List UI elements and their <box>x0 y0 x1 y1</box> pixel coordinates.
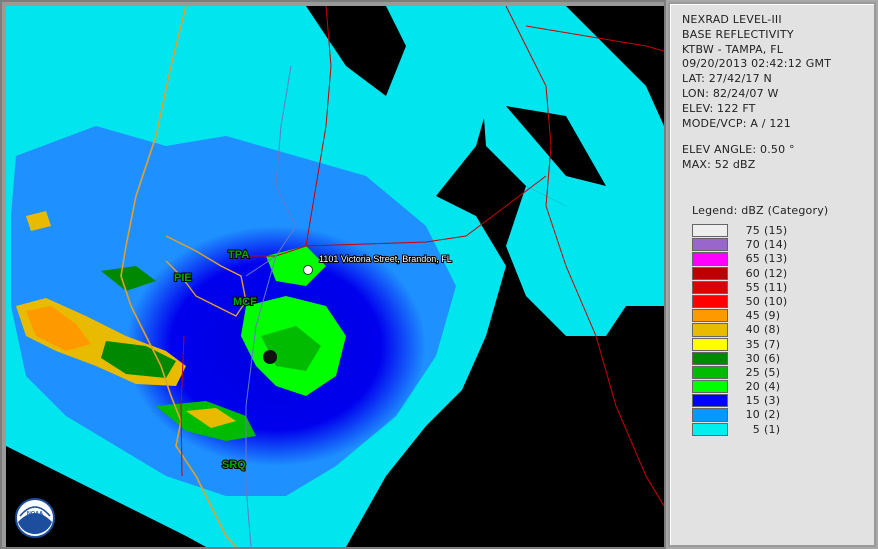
legend-swatch <box>692 238 728 252</box>
radar-map-frame: 1101 Victoria Street, Brandon, FL TPA PI… <box>0 0 666 549</box>
legend-category: (2) <box>764 408 781 422</box>
legend-category: (7) <box>764 337 781 351</box>
legend-dbz: 20 <box>745 380 760 394</box>
station-metadata: NEXRAD LEVEL-III BASE REFLECTIVITY KTBW … <box>682 13 831 131</box>
legend-dbz: 5 <box>752 422 760 436</box>
legend-row: 35 (7) <box>692 337 862 352</box>
legend-dbz: 35 <box>745 337 760 351</box>
legend-swatch <box>692 266 728 280</box>
scan-info: ELEV ANGLE: 0.50 ° MAX: 52 dBZ <box>682 143 795 173</box>
legend-category: (4) <box>764 380 781 394</box>
station-lon: LON: 82/24/07 W <box>682 86 779 100</box>
legend-dbz: 70 <box>745 238 760 252</box>
legend-row: 15 (3) <box>692 394 862 408</box>
legend-dbz: 30 <box>745 351 760 365</box>
legend-swatch <box>692 252 728 266</box>
legend-dbz: 65 <box>745 252 760 266</box>
legend-dbz: 40 <box>745 323 760 337</box>
legend-row: 75 (15) <box>692 224 862 238</box>
station-name: KTBW - TAMPA, FL <box>682 42 784 56</box>
legend-row: 55 (11) <box>692 280 862 295</box>
legend-row: 25 (5) <box>692 365 862 380</box>
legend-category: (3) <box>764 394 781 408</box>
legend-category: (11) <box>764 280 788 294</box>
legend-category: (5) <box>764 365 781 379</box>
legend-swatch <box>692 323 728 337</box>
noaa-logo-text: NOAA <box>27 511 43 517</box>
legend-swatch <box>692 408 728 422</box>
noaa-logo: NOAA <box>15 498 55 538</box>
legend-category: (15) <box>764 224 788 237</box>
legend-category: (12) <box>764 266 788 280</box>
city-label-pie: PIE <box>174 272 192 284</box>
radar-map[interactable]: 1101 Victoria Street, Brandon, FL TPA PI… <box>6 6 664 547</box>
legend-row: 40 (8) <box>692 323 862 337</box>
legend-category: (14) <box>764 238 788 252</box>
legend-category: (1) <box>764 422 781 436</box>
legend-row: 20 (4) <box>692 380 862 394</box>
city-label-tpa: TPA <box>228 249 249 261</box>
legend-swatch <box>692 224 728 238</box>
legend-category: (6) <box>764 351 781 365</box>
legend-swatch <box>692 422 728 436</box>
station-elev: ELEV: 122 FT <box>682 101 756 115</box>
info-panel: NEXRAD LEVEL-III BASE REFLECTIVITY KTBW … <box>668 2 876 547</box>
city-label-srq: SRQ <box>222 459 246 471</box>
legend-row: 70 (14) <box>692 238 862 252</box>
radar-site-icon <box>263 350 277 364</box>
legend-dbz: 10 <box>745 408 760 422</box>
legend-dbz: 45 <box>745 309 760 323</box>
legend: 75 (15) 70 (14) 65 (13) 60 (12) 55 (11) 50 (10) 45 (9… <box>692 224 862 437</box>
legend-swatch <box>692 309 728 323</box>
legend-dbz: 55 <box>745 280 760 294</box>
city-label-mcf: MCF <box>233 296 257 308</box>
legend-swatch <box>692 394 728 408</box>
legend-dbz: 75 <box>745 224 760 237</box>
legend-swatch <box>692 294 728 309</box>
legend-row: 45 (9) <box>692 309 862 323</box>
product-name: NEXRAD LEVEL-III <box>682 13 782 26</box>
legend-category: (10) <box>764 294 788 308</box>
scan-datetime: 09/20/2013 02:42:12 GMT <box>682 57 832 71</box>
elev-angle: ELEV ANGLE: 0.50 ° <box>682 143 795 156</box>
legend-category: (8) <box>764 323 781 337</box>
max-dbz: MAX: 52 dBZ <box>682 157 756 171</box>
legend-dbz: 60 <box>745 266 760 280</box>
station-lat: LAT: 27/42/17 N <box>682 72 772 86</box>
legend-row: 50 (10) <box>692 294 862 309</box>
legend-swatch <box>692 365 728 380</box>
legend-swatch <box>692 380 728 394</box>
legend-dbz: 25 <box>745 365 760 379</box>
legend-category: (9) <box>764 309 781 323</box>
legend-swatch <box>692 337 728 351</box>
legend-category: (13) <box>764 252 788 266</box>
legend-swatch <box>692 280 728 294</box>
legend-dbz: 15 <box>745 394 760 408</box>
legend-row: 60 (12) <box>692 266 862 281</box>
product-type: BASE REFLECTIVITY <box>682 27 794 41</box>
legend-swatch <box>692 351 728 365</box>
legend-row: 65 (13) <box>692 252 862 266</box>
legend-row: 5 (1) <box>692 422 862 437</box>
legend-title: Legend: dBZ (Category) <box>692 204 829 217</box>
address-marker-label: 1101 Victoria Street, Brandon, FL <box>319 254 452 264</box>
legend-dbz: 50 <box>745 294 760 308</box>
mode-vcp: MODE/VCP: A / 121 <box>682 116 791 130</box>
address-marker-icon[interactable] <box>303 265 313 275</box>
legend-row: 10 (2) <box>692 408 862 422</box>
legend-row: 30 (6) <box>692 351 862 366</box>
